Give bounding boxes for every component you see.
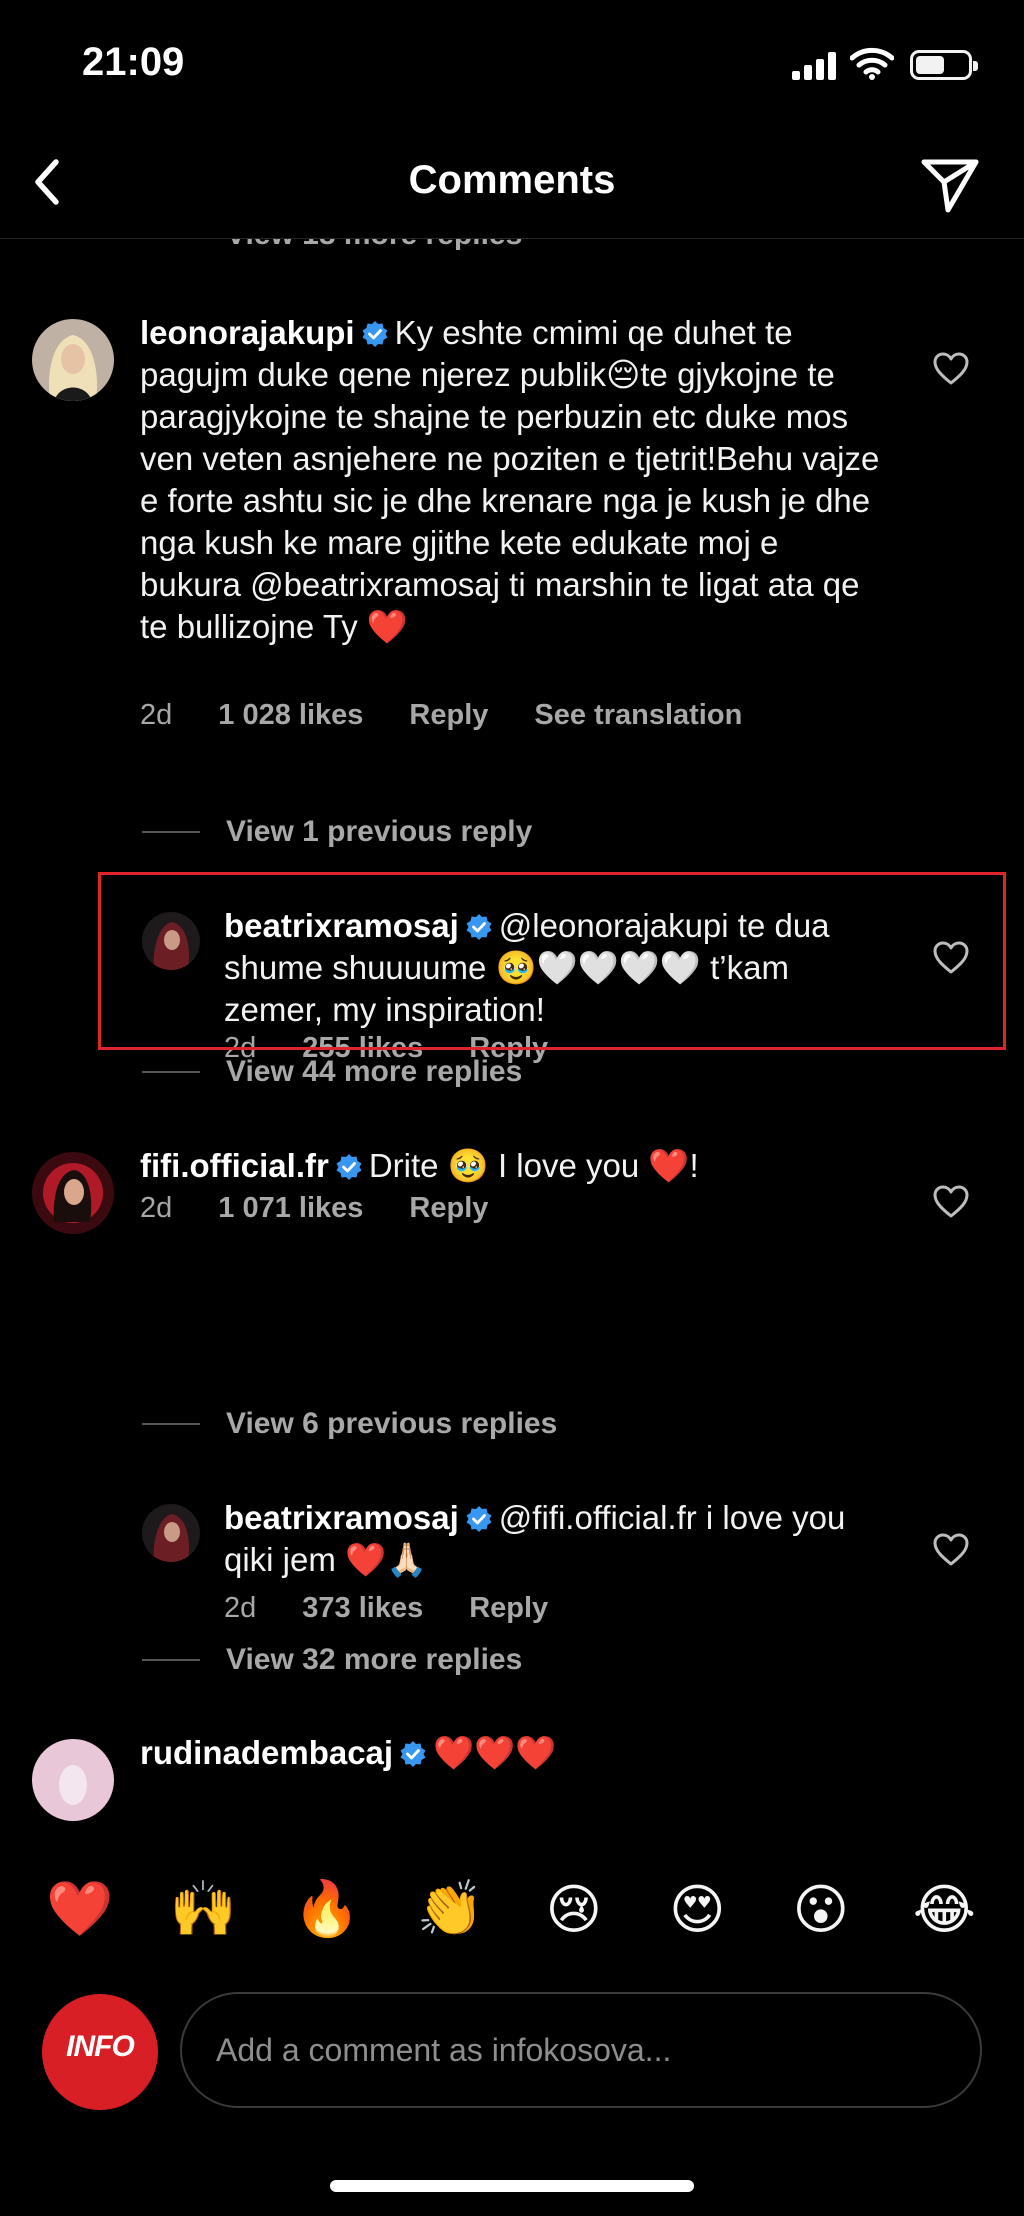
avatar[interactable]: INFO	[42, 1994, 158, 2110]
comment-time: 2d	[140, 1192, 173, 1224]
view-more-replies-link[interactable]: View 32 more replies	[142, 1640, 522, 1680]
view-replies-label: View 18 more replies	[226, 239, 522, 252]
reply-divider	[142, 1659, 200, 1661]
heart-outline-icon	[933, 1185, 969, 1218]
view-replies-label: View 44 more replies	[226, 1055, 523, 1088]
comment-input[interactable]	[180, 1992, 982, 2108]
reply-body: beatrixramosaj @fifi.official.fr i love y…	[224, 1497, 884, 1581]
avatar-logo-text: INFO	[66, 2030, 135, 2063]
emoji-crying-face[interactable]: 😢	[534, 1878, 614, 1941]
comment-text: Ky eshte cmimi qe duhet te pagujm duke q…	[140, 314, 880, 645]
view-replies-label: View 1 previous reply	[226, 815, 533, 848]
reply-time: 2d	[224, 1592, 257, 1624]
comment-body: rudinadembacaj ❤️❤️❤️	[140, 1732, 880, 1774]
comment-likes[interactable]: 1 071 likes	[218, 1192, 363, 1225]
comment-text: Drite 🥹 I love you ❤️!	[368, 1147, 699, 1184]
cellular-signal-icon	[792, 52, 836, 80]
emoji-heart-eyes[interactable]: 😍	[657, 1878, 737, 1941]
verified-badge-icon	[466, 1506, 492, 1532]
like-button[interactable]	[931, 1530, 971, 1570]
reply-likes[interactable]: 373 likes	[302, 1592, 423, 1625]
verified-badge-icon	[336, 1154, 362, 1180]
heart-outline-icon	[933, 352, 969, 385]
emoji-clapping-hands[interactable]: 👏	[410, 1877, 490, 1941]
emoji-reaction-bar: ❤️ 🙌 🔥 👏 😢 😍 😮 😂	[0, 1834, 1024, 1984]
comments-list[interactable]: View 18 more replies leonorajakupiKy esh…	[0, 239, 1024, 1834]
reply-divider	[142, 1423, 200, 1425]
emoji-fire[interactable]: 🔥	[287, 1877, 367, 1941]
emoji-surprised-face[interactable]: 😮	[781, 1878, 861, 1941]
emoji-red-heart[interactable]: ❤️	[40, 1877, 120, 1941]
comment-body: fifi.official.fr Drite 🥹 I love you ❤️!	[140, 1145, 880, 1187]
see-translation-button[interactable]: See translation	[534, 699, 742, 732]
comment-meta: 2d 1 028 likes Reply See translation	[140, 699, 788, 732]
reply-divider	[142, 1071, 200, 1073]
comment-text: ❤️❤️❤️	[433, 1734, 557, 1771]
paper-plane-icon	[921, 159, 979, 213]
emoji-raising-hands[interactable]: 🙌	[163, 1877, 243, 1941]
comment-username[interactable]: rudinadembacaj	[140, 1734, 393, 1771]
highlight-box	[98, 872, 1006, 1050]
avatar[interactable]	[32, 319, 114, 401]
comment-username[interactable]: fifi.official.fr	[140, 1147, 329, 1184]
comment-username[interactable]: leonorajakupi	[140, 314, 355, 351]
comment-likes[interactable]: 1 028 likes	[218, 699, 363, 732]
status-bar: 21:09	[0, 0, 1024, 130]
view-previous-reply-link[interactable]: View 1 previous reply	[142, 812, 532, 852]
comment-composer: INFO	[0, 1984, 1024, 2124]
avatar[interactable]	[142, 1504, 200, 1562]
comment-time: 2d	[140, 699, 173, 731]
reply-button[interactable]: Reply	[409, 699, 488, 732]
avatar[interactable]	[32, 1152, 114, 1234]
emoji-tears-of-joy[interactable]: 😂	[904, 1878, 984, 1941]
battery-icon	[910, 50, 978, 80]
status-time: 21:09	[82, 40, 185, 84]
header: Comments	[0, 130, 1024, 240]
view-replies-label: View 6 previous replies	[226, 1407, 558, 1440]
view-replies-label: View 32 more replies	[226, 1643, 523, 1676]
like-button[interactable]	[931, 349, 971, 389]
view-more-replies-link[interactable]: View 18 more replies	[142, 239, 522, 255]
avatar[interactable]	[32, 1739, 114, 1821]
view-previous-replies-link[interactable]: View 6 previous replies	[142, 1404, 557, 1444]
verified-badge-icon	[362, 321, 388, 347]
home-indicator[interactable]	[330, 2180, 694, 2192]
reply-username[interactable]: beatrixramosaj	[224, 1499, 459, 1536]
page-title: Comments	[408, 158, 616, 202]
wifi-icon	[850, 47, 894, 80]
verified-badge-icon	[400, 1741, 426, 1767]
reply-divider	[142, 831, 200, 833]
view-more-replies-link[interactable]: View 44 more replies	[142, 1052, 522, 1092]
like-button[interactable]	[931, 1182, 971, 1222]
reply-button[interactable]: Reply	[409, 1192, 488, 1225]
reply-button[interactable]: Reply	[469, 1592, 548, 1625]
share-button[interactable]	[918, 152, 982, 216]
reply-meta: 2d 373 likes Reply	[224, 1592, 594, 1625]
heart-outline-icon	[933, 1533, 969, 1566]
comment-meta: 2d 1 071 likes Reply	[140, 1192, 534, 1225]
comment-body: leonorajakupi Ky eshte cmimi qe duhet te …	[140, 312, 880, 648]
